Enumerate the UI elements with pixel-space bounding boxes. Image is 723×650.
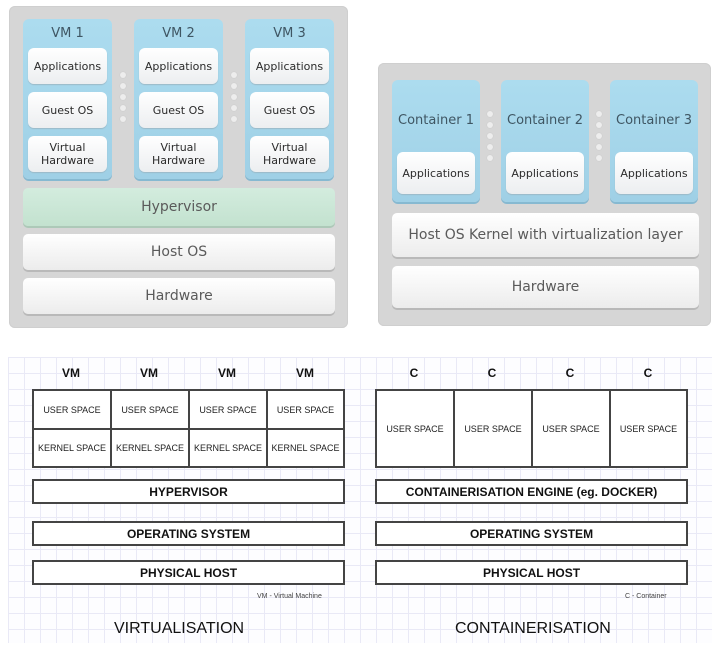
separator-dots xyxy=(230,72,238,127)
kernel-space-cell: KERNEL SPACE xyxy=(110,428,190,468)
user-space-cell: USER SPACE xyxy=(188,389,268,430)
container-title: Container 1 xyxy=(398,113,474,128)
physical-host-bar: PHYSICAL HOST xyxy=(375,560,688,585)
vm-header: VM xyxy=(296,366,314,380)
user-space-cell: USER SPACE xyxy=(531,389,611,468)
vm-header: VM xyxy=(140,366,158,380)
container-header: C xyxy=(565,366,575,380)
user-space-cell: USER SPACE xyxy=(110,389,190,430)
hardware-layer: Hardware xyxy=(392,266,699,308)
separator-dots xyxy=(595,111,603,166)
container-applications-layer: Applications xyxy=(615,152,693,194)
user-space-cell: USER SPACE xyxy=(375,389,455,468)
container-applications-layer: Applications xyxy=(397,152,475,194)
user-space-cell: USER SPACE xyxy=(453,389,533,468)
container-header: C xyxy=(643,366,653,380)
user-space-cell: USER SPACE xyxy=(32,389,112,430)
vm-title: VM 2 xyxy=(162,26,195,41)
kernel-space-cell: KERNEL SPACE xyxy=(188,428,268,468)
container-header: C xyxy=(487,366,497,380)
user-space-cell: USER SPACE xyxy=(266,389,345,430)
separator-dots xyxy=(486,111,494,166)
vm-legend: VM - Virtual Machine xyxy=(257,593,322,600)
vm-column-1: VM 1 Applications Guest OS Virtual Hardw… xyxy=(23,19,112,179)
separator-dots xyxy=(119,72,127,127)
containerisation-caption: CONTAINERISATION xyxy=(455,620,611,637)
vm-guest-os-layer: Guest OS xyxy=(28,92,107,128)
vm-applications-layer: Applications xyxy=(250,48,329,84)
vm-guest-os-layer: Guest OS xyxy=(250,92,329,128)
vm-title: VM 1 xyxy=(51,26,84,41)
operating-system-bar: OPERATING SYSTEM xyxy=(32,521,345,546)
container-title: Container 2 xyxy=(507,113,583,128)
vm-virtual-hardware-layer: Virtual Hardware xyxy=(139,136,218,172)
container-applications-layer: Applications xyxy=(506,152,584,194)
hardware-layer: Hardware xyxy=(23,278,335,314)
vm-column-3: VM 3 Applications Guest OS Virtual Hardw… xyxy=(245,19,334,179)
vm-applications-layer: Applications xyxy=(139,48,218,84)
vm-column-2: VM 2 Applications Guest OS Virtual Hardw… xyxy=(134,19,223,179)
physical-host-bar: PHYSICAL HOST xyxy=(32,560,345,585)
virtualisation-caption: VIRTUALISATION xyxy=(114,620,245,637)
vm-title: VM 3 xyxy=(273,26,306,41)
hypervisor-layer: Hypervisor xyxy=(23,188,335,226)
container-column-3: Container 3 Applications xyxy=(610,80,698,202)
container-header: C xyxy=(409,366,419,380)
container-legend: C - Container xyxy=(625,593,667,600)
kernel-space-cell: KERNEL SPACE xyxy=(266,428,345,468)
container-column-1: Container 1 Applications xyxy=(392,80,480,202)
user-space-cell: USER SPACE xyxy=(609,389,688,468)
vm-header: VM xyxy=(62,366,80,380)
vm-virtual-hardware-layer: Virtual Hardware xyxy=(250,136,329,172)
hypervisor-bar: HYPERVISOR xyxy=(32,479,345,504)
vm-architecture-panel: VM 1 Applications Guest OS Virtual Hardw… xyxy=(9,6,348,328)
host-os-layer: Host OS xyxy=(23,234,335,270)
operating-system-bar: OPERATING SYSTEM xyxy=(375,521,688,546)
container-architecture-panel: Container 1 Applications Container 2 App… xyxy=(378,63,711,326)
container-title: Container 3 xyxy=(616,113,692,128)
host-os-kernel-layer: Host OS Kernel with virtualization layer xyxy=(392,213,699,257)
kernel-space-cell: KERNEL SPACE xyxy=(32,428,112,468)
vm-header: VM xyxy=(218,366,236,380)
container-column-2: Container 2 Applications xyxy=(501,80,589,202)
vm-applications-layer: Applications xyxy=(28,48,107,84)
vm-guest-os-layer: Guest OS xyxy=(139,92,218,128)
vm-virtual-hardware-layer: Virtual Hardware xyxy=(28,136,107,172)
containerisation-engine-bar: CONTAINERISATION ENGINE (eg. DOCKER) xyxy=(375,479,688,504)
